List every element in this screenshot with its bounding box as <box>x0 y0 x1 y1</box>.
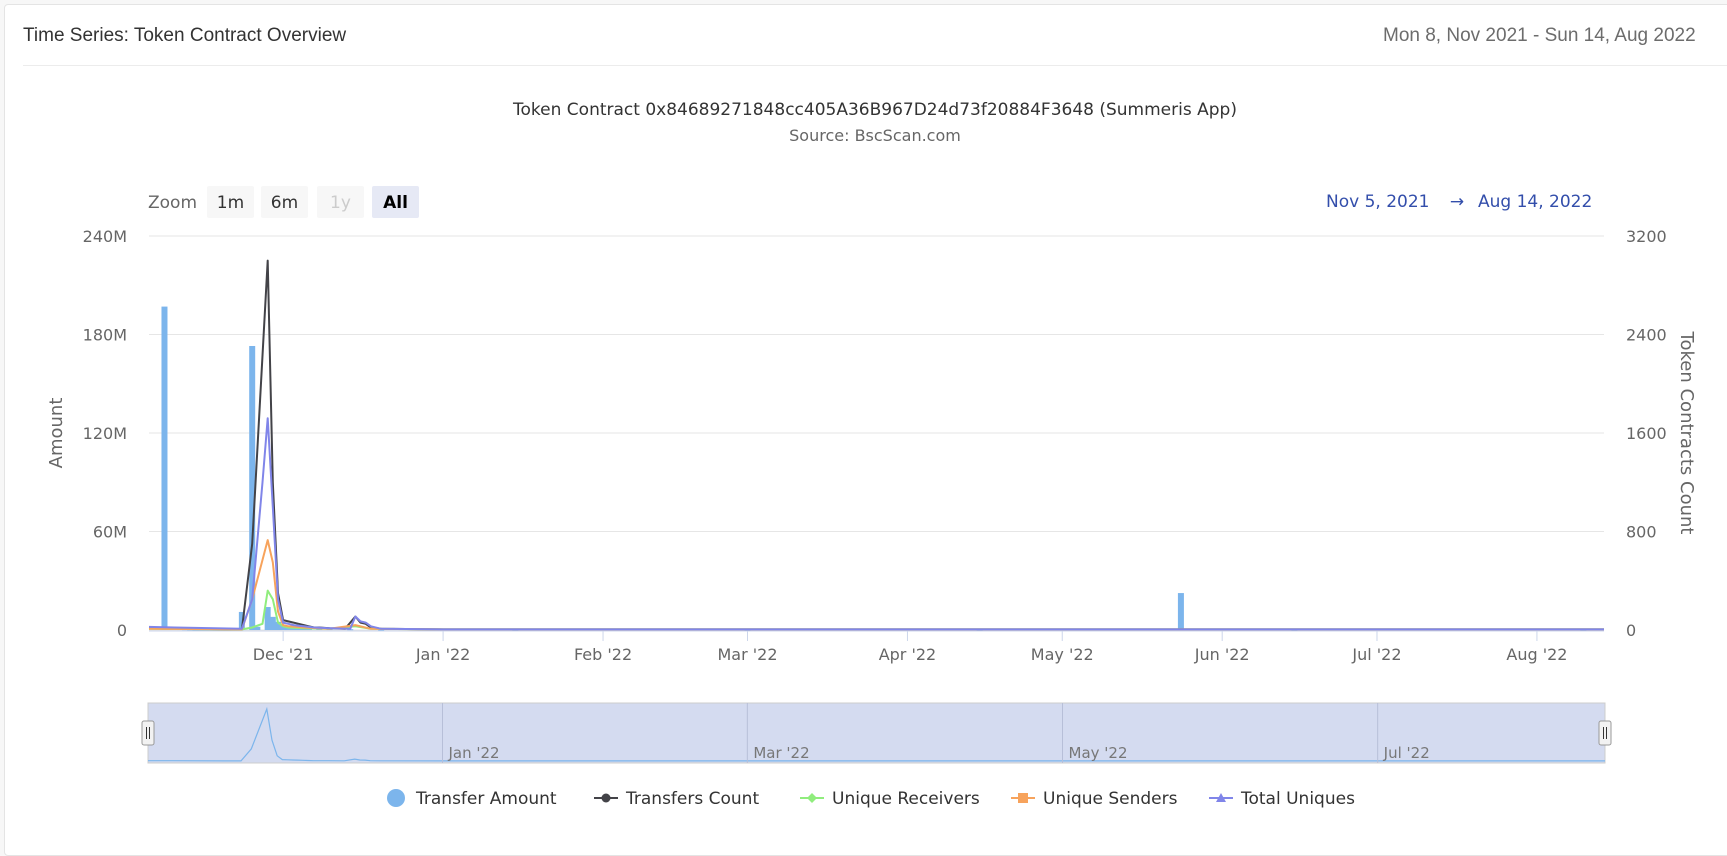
bar <box>1177 593 1184 630</box>
y-right-tick-label: 2400 <box>1626 326 1667 345</box>
y-left-tick-label: 240M <box>83 227 127 246</box>
range-arrow: → <box>1450 192 1464 212</box>
zoom-1y-button[interactable]: 1y <box>317 186 364 218</box>
legend-label: Transfers Count <box>625 789 759 809</box>
x-tick-label: Apr '22 <box>879 645 937 664</box>
zoom-1m-button[interactable]: 1m <box>207 186 254 218</box>
navigator-right-handle[interactable] <box>1598 720 1612 746</box>
zoom-6m-button[interactable]: 6m <box>261 186 308 218</box>
zoom-all-button[interactable]: All <box>372 186 419 218</box>
navigator-tick-label: May '22 <box>1069 744 1128 762</box>
zoom-all-label: All <box>383 193 408 213</box>
legend-item-unique-receivers[interactable]: Unique Receivers <box>800 789 980 809</box>
legend-label: Total Uniques <box>1240 789 1355 809</box>
legend-label: Unique Senders <box>1043 789 1178 809</box>
y-right-tick-label: 1600 <box>1626 424 1667 443</box>
range-selector: Zoom 1m 6m 1y All Nov 5, 2021 → Aug 14, … <box>148 186 1592 218</box>
legend-label: Unique Receivers <box>832 789 980 809</box>
y-left-tick-label: 180M <box>83 326 127 345</box>
x-tick-label: Aug '22 <box>1506 645 1567 664</box>
zoom-6m-label: 6m <box>271 193 298 213</box>
zoom-label: Zoom <box>148 193 197 213</box>
series-unique-senders <box>148 539 1604 631</box>
y-left-tick-label: 120M <box>83 424 127 443</box>
legend-symbol <box>807 793 817 803</box>
x-tick-label: Feb '22 <box>574 645 632 664</box>
x-axis: Dec '21 Jan '22 Feb '22 Mar '22 Apr '22 May '… <box>149 630 1604 664</box>
navigator-tick-label: Jan '22 <box>448 744 500 762</box>
navigator-left-handle[interactable] <box>141 720 155 746</box>
x-tick-label: Jan '22 <box>415 645 471 664</box>
y-axis-right-title: Token Contracts Count <box>1676 331 1697 535</box>
y-right-tick-label: 800 <box>1626 523 1657 542</box>
chart-subtitle: Source: BscScan.com <box>789 126 961 145</box>
y-right-tick-label: 3200 <box>1626 227 1667 246</box>
y-left-tick-label: 60M <box>93 523 127 542</box>
zoom-1m-label: 1m <box>217 193 244 213</box>
y-axis-right: Token Contracts Count 0 800 1600 2400 3200 <box>1626 227 1697 640</box>
y-axis-left-title: Amount <box>46 398 67 469</box>
handle-grip[interactable] <box>141 720 155 746</box>
legend-symbol <box>1018 793 1028 803</box>
legend-label: Transfer Amount <box>415 789 557 809</box>
legend-item-total-uniques[interactable]: Total Uniques <box>1209 789 1355 809</box>
x-tick-label: Jul '22 <box>1351 645 1401 664</box>
chart-title: Token Contract 0x84689271848cc405A36B967… <box>512 100 1237 120</box>
x-tick-label: May '22 <box>1031 645 1094 664</box>
handle-grip[interactable] <box>1598 720 1612 746</box>
y-left-tick-label: 0 <box>117 621 127 640</box>
x-tick-label: Jun '22 <box>1194 645 1250 664</box>
plot-grid <box>149 235 1604 631</box>
x-tick-label: Dec '21 <box>253 645 314 664</box>
legend-symbol <box>601 793 611 803</box>
series-line <box>148 259 1604 631</box>
y-axis-left: Amount 0 60M 120M 180M 240M <box>46 227 127 640</box>
range-from-input[interactable]: Nov 5, 2021 <box>1326 192 1429 212</box>
legend-item-unique-senders[interactable]: Unique Senders <box>1011 789 1178 809</box>
range-to-input[interactable]: Aug 14, 2022 <box>1478 192 1592 212</box>
bar <box>269 616 276 630</box>
x-tick-label: Mar '22 <box>717 645 777 664</box>
legend-item-transfer-amount[interactable]: Transfer Amount <box>387 789 557 809</box>
legend-symbol <box>387 789 405 807</box>
chart-titles: Token Contract 0x84689271848cc405A36B967… <box>512 100 1237 145</box>
navigator[interactable]: Jan '22 Mar '22 May '22 Jul '22 <box>141 702 1612 764</box>
zoom-1y-label: 1y <box>330 193 351 213</box>
navigator-tick-label: Mar '22 <box>753 744 809 762</box>
plot-area <box>148 259 1604 631</box>
legend: Transfer Amount Transfers Count Unique Rec… <box>387 789 1355 809</box>
y-right-tick-label: 0 <box>1626 621 1636 640</box>
series-total-uniques <box>148 417 1604 631</box>
series-transfers-count <box>148 259 1604 631</box>
series-line <box>148 539 1604 631</box>
time-series-chart: Token Contract 0x84689271848cc405A36B967… <box>46 100 1697 809</box>
series-transfer-amount <box>161 306 1587 631</box>
navigator-tick-label: Jul '22 <box>1383 744 1430 762</box>
legend-item-transfers-count[interactable]: Transfers Count <box>594 789 759 809</box>
series-line <box>148 417 1604 631</box>
bar <box>161 306 168 630</box>
